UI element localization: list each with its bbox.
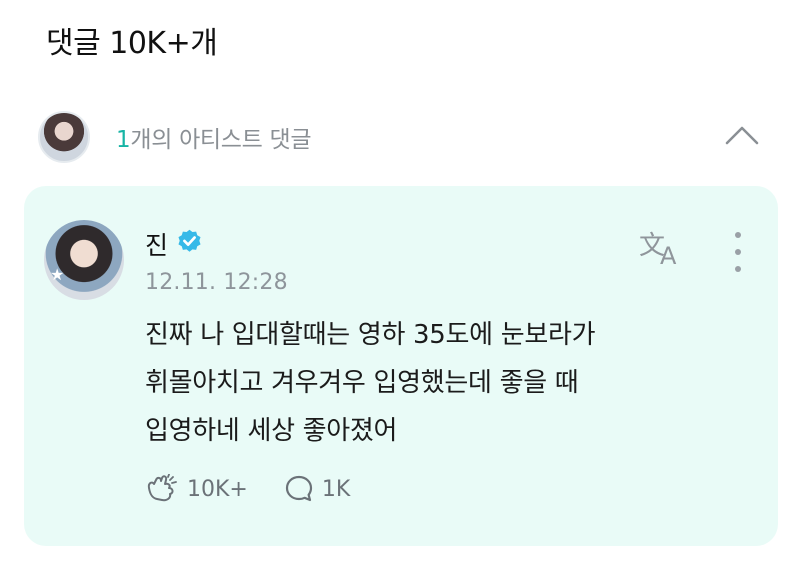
chevron-up-icon [725, 126, 759, 145]
comment-line: 휘몰아치고 겨우겨우 입영했는데 좋을 때 [145, 368, 579, 398]
svg-text:A: A [660, 242, 677, 268]
comment-bubble-icon [285, 475, 312, 502]
author-avatar[interactable]: ★ [44, 220, 124, 300]
artist-comment-card: ★ 진 12.11. 12:28 文 A 진짜 나 입대할때는 영하 35도에 … [24, 186, 778, 546]
like-count: 10K+ [187, 476, 248, 502]
collapse-button[interactable] [722, 120, 762, 150]
comment-line: 입영하네 세상 좋아졌어 [145, 416, 398, 446]
artist-comment-count: 1개의 아티스트 댓글 [116, 120, 312, 154]
artist-comment-number: 1 [116, 127, 131, 153]
page-title: 댓글 10K+개 [46, 26, 218, 61]
more-vertical-icon-dot [735, 249, 741, 255]
star-icon: ★ [50, 265, 65, 284]
cheer-icon [147, 474, 177, 502]
comment-body: 진짜 나 입대할때는 영하 35도에 눈보라가 휘몰아치고 겨우겨우 입영했는데… [145, 311, 735, 455]
artist-comments-row[interactable]: 1개의 아티스트 댓글 [38, 110, 768, 164]
like-button[interactable]: 10K+ [145, 474, 248, 504]
artist-avatar [38, 111, 90, 163]
verified-badge-icon [178, 229, 201, 252]
comment-timestamp: 12.11. 12:28 [145, 270, 288, 295]
translate-icon: 文 A [639, 231, 677, 270]
more-options-button[interactable] [724, 228, 752, 276]
translate-button[interactable]: 文 A [638, 228, 688, 270]
comment-actions: 10K+ 1K [145, 474, 350, 504]
more-vertical-icon-dot [735, 232, 741, 238]
reply-count: 1K [321, 476, 351, 502]
comment-line: 진짜 나 입대할때는 영하 35도에 눈보라가 [145, 320, 596, 350]
reply-button[interactable]: 1K [284, 474, 350, 504]
more-vertical-icon-dot [735, 266, 741, 272]
artist-comment-label: 개의 아티스트 댓글 [130, 127, 312, 153]
author-name[interactable]: 진 [145, 226, 168, 262]
